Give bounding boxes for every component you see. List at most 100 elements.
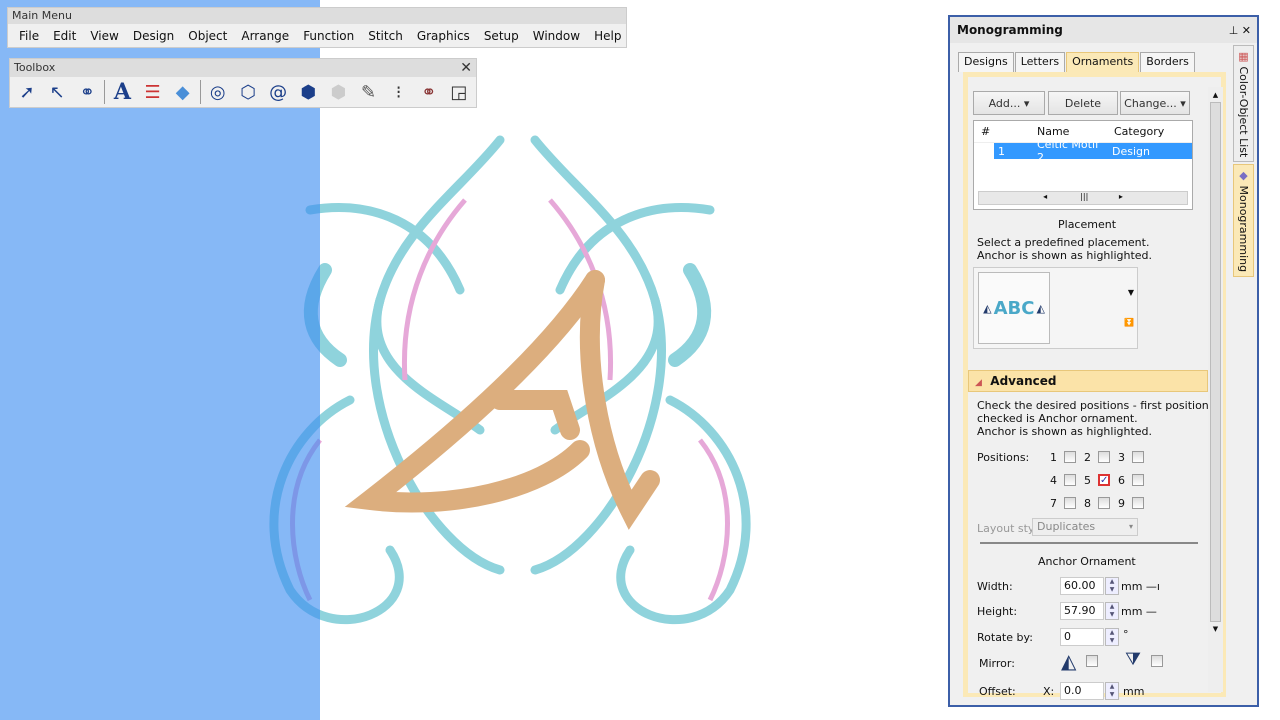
offset-x-spinner[interactable]: ▲ ▼ [1105, 682, 1119, 700]
placement-list[interactable]: ◭ ABC ◭ ▼ ⏬ [973, 267, 1138, 349]
select-object-icon[interactable]: ➚ [14, 79, 40, 105]
advanced-section-header[interactable]: ◢ Advanced [968, 370, 1208, 392]
main-menu-bar: Main Menu File Edit View Design Object A… [7, 7, 627, 48]
width-input[interactable]: 60.00 [1060, 577, 1104, 595]
table-horizontal-scrollbar[interactable]: ◂ ||| ▸ [978, 191, 1188, 205]
auto-digitize-icon[interactable]: ⚭ [74, 79, 100, 105]
menu-design[interactable]: Design [126, 29, 181, 43]
placement-desc: Anchor is shown as highlighted. [977, 249, 1153, 262]
ornaments-content: Add... ▾ Delete Change... ▾ # Name Categ… [963, 72, 1226, 700]
position-number: 2 [1084, 451, 1091, 464]
tab-letters[interactable]: Letters [1014, 52, 1066, 72]
position-number: 5 [1084, 474, 1091, 487]
menu-arrange[interactable]: Arrange [234, 29, 296, 43]
main-menu-title: Main Menu [8, 8, 626, 24]
team-names-icon[interactable]: ☰ [140, 79, 166, 105]
position-6-checkbox[interactable] [1132, 474, 1144, 486]
side-tab-color-object-list[interactable]: ▦ Color-Object List [1233, 45, 1254, 163]
rotate-spinner[interactable]: ▲ ▼ [1105, 628, 1119, 646]
height-input[interactable]: 57.90 [1060, 602, 1104, 620]
positions-label: Positions: [977, 451, 1030, 464]
menu-help[interactable]: Help [587, 29, 628, 43]
degree-unit: ° [1123, 628, 1129, 641]
menu-function[interactable]: Function [296, 29, 361, 43]
offset-x-label: X: [1043, 685, 1055, 698]
width-unit: mm —ı [1121, 580, 1160, 593]
toolbox: Toolbox ✕ ➚ ↖ ⚭ A ☰ ◆ ◎ ⬡ @ ⬢ ⬢ ✎ ⁝ ⚭ ◲ [9, 58, 477, 108]
tab-ornaments[interactable]: Ornaments [1066, 52, 1140, 72]
color-objects-icon[interactable]: ⚭ [416, 79, 442, 105]
scroll-down-icon[interactable]: ▼ [1128, 288, 1134, 297]
reshape-icon[interactable]: ↖ [44, 79, 70, 105]
rotate-input[interactable]: 0 [1060, 628, 1104, 646]
position-8-checkbox[interactable] [1098, 497, 1110, 509]
anchor-ornament-heading: Anchor Ornament [1038, 555, 1136, 568]
expand-icon[interactable]: ⏬ [1124, 318, 1134, 327]
toolbox-close-icon[interactable]: ✕ [460, 59, 472, 77]
hexagon-outline-icon[interactable]: ⬢ [325, 79, 351, 105]
position-number: 4 [1050, 474, 1057, 487]
delete-button[interactable]: Delete [1048, 91, 1118, 115]
placement-option[interactable]: ◭ ABC ◭ [978, 272, 1050, 344]
col-header-num[interactable]: # [974, 125, 1032, 138]
mirror-label: Mirror: [979, 657, 1015, 670]
menu-stitch[interactable]: Stitch [361, 29, 410, 43]
panel-vertical-scrollbar[interactable]: ▲ ▼ [1208, 87, 1223, 692]
menu-window[interactable]: Window [526, 29, 587, 43]
add-button[interactable]: Add... ▾ [973, 91, 1045, 115]
placement-desc: Select a predefined placement. [977, 236, 1150, 249]
height-label: Height: [977, 605, 1018, 618]
spiral-icon[interactable]: @ [265, 79, 291, 105]
menu-graphics[interactable]: Graphics [410, 29, 477, 43]
col-header-name[interactable]: Name [1032, 125, 1109, 138]
height-unit: mm — [1121, 605, 1157, 618]
side-tabs: ▦ Color-Object List ◆ Monogramming [1233, 45, 1255, 279]
menu-setup[interactable]: Setup [477, 29, 526, 43]
branching-icon[interactable]: ⁝ [386, 79, 412, 105]
toolbox-title: Toolbox [14, 61, 56, 74]
mirror-horizontal-checkbox[interactable] [1086, 655, 1098, 667]
change-button[interactable]: Change... ▾ [1120, 91, 1190, 115]
layout-style-select[interactable]: Duplicates ▾ [1032, 518, 1138, 536]
tab-designs[interactable]: Designs [958, 52, 1014, 72]
tab-borders[interactable]: Borders [1140, 52, 1195, 72]
position-3-checkbox[interactable] [1132, 451, 1144, 463]
monogramming-icon[interactable]: ◆ [170, 79, 196, 105]
menu-edit[interactable]: Edit [46, 29, 83, 43]
hexagon-icon[interactable]: ⬡ [235, 79, 261, 105]
offset-x-input[interactable]: 0.0 [1060, 682, 1104, 700]
table-row[interactable]: 1 Celtic Motif 2 Design [994, 138, 1192, 164]
position-2-checkbox[interactable] [1098, 451, 1110, 463]
position-number: 1 [1050, 451, 1057, 464]
position-4-checkbox[interactable] [1064, 474, 1076, 486]
pin-icon[interactable]: ⊥ [1229, 24, 1239, 37]
side-tab-monogramming[interactable]: ◆ Monogramming [1233, 164, 1254, 278]
menu-view[interactable]: View [83, 29, 125, 43]
ornament-left-icon: ◭ [983, 301, 992, 315]
panel-title: Monogramming [957, 23, 1063, 37]
position-number: 3 [1118, 451, 1125, 464]
shapes-icon[interactable]: ◲ [446, 79, 472, 105]
divider [980, 542, 1198, 544]
fill-hexagon-icon[interactable]: ⬢ [295, 79, 321, 105]
selection-overlay [0, 0, 320, 720]
circle-icon[interactable]: ◎ [205, 79, 231, 105]
menu-file[interactable]: File [12, 29, 46, 43]
position-5-checkbox[interactable]: ✓ [1098, 474, 1110, 486]
offset-unit: mm [1123, 685, 1145, 698]
mirror-vertical-checkbox[interactable] [1151, 655, 1163, 667]
placement-heading: Placement [1058, 218, 1117, 231]
position-7-checkbox[interactable] [1064, 497, 1076, 509]
position-9-checkbox[interactable] [1132, 497, 1144, 509]
monogramming-panel: Monogramming ⊥ ✕ Designs Letters Ornament… [948, 15, 1259, 707]
height-spinner[interactable]: ▲ ▼ [1105, 602, 1119, 620]
position-1-checkbox[interactable] [1064, 451, 1076, 463]
scrollbar-thumb[interactable] [1210, 102, 1221, 622]
ornament-right-icon: ◭ [1036, 301, 1045, 315]
width-spinner[interactable]: ▲ ▼ [1105, 577, 1119, 595]
menu-object[interactable]: Object [181, 29, 234, 43]
pencil-icon[interactable]: ✎ [355, 79, 381, 105]
lettering-icon[interactable]: A [109, 79, 135, 105]
close-icon[interactable]: ✕ [1242, 24, 1251, 37]
col-header-category[interactable]: Category [1109, 125, 1164, 138]
